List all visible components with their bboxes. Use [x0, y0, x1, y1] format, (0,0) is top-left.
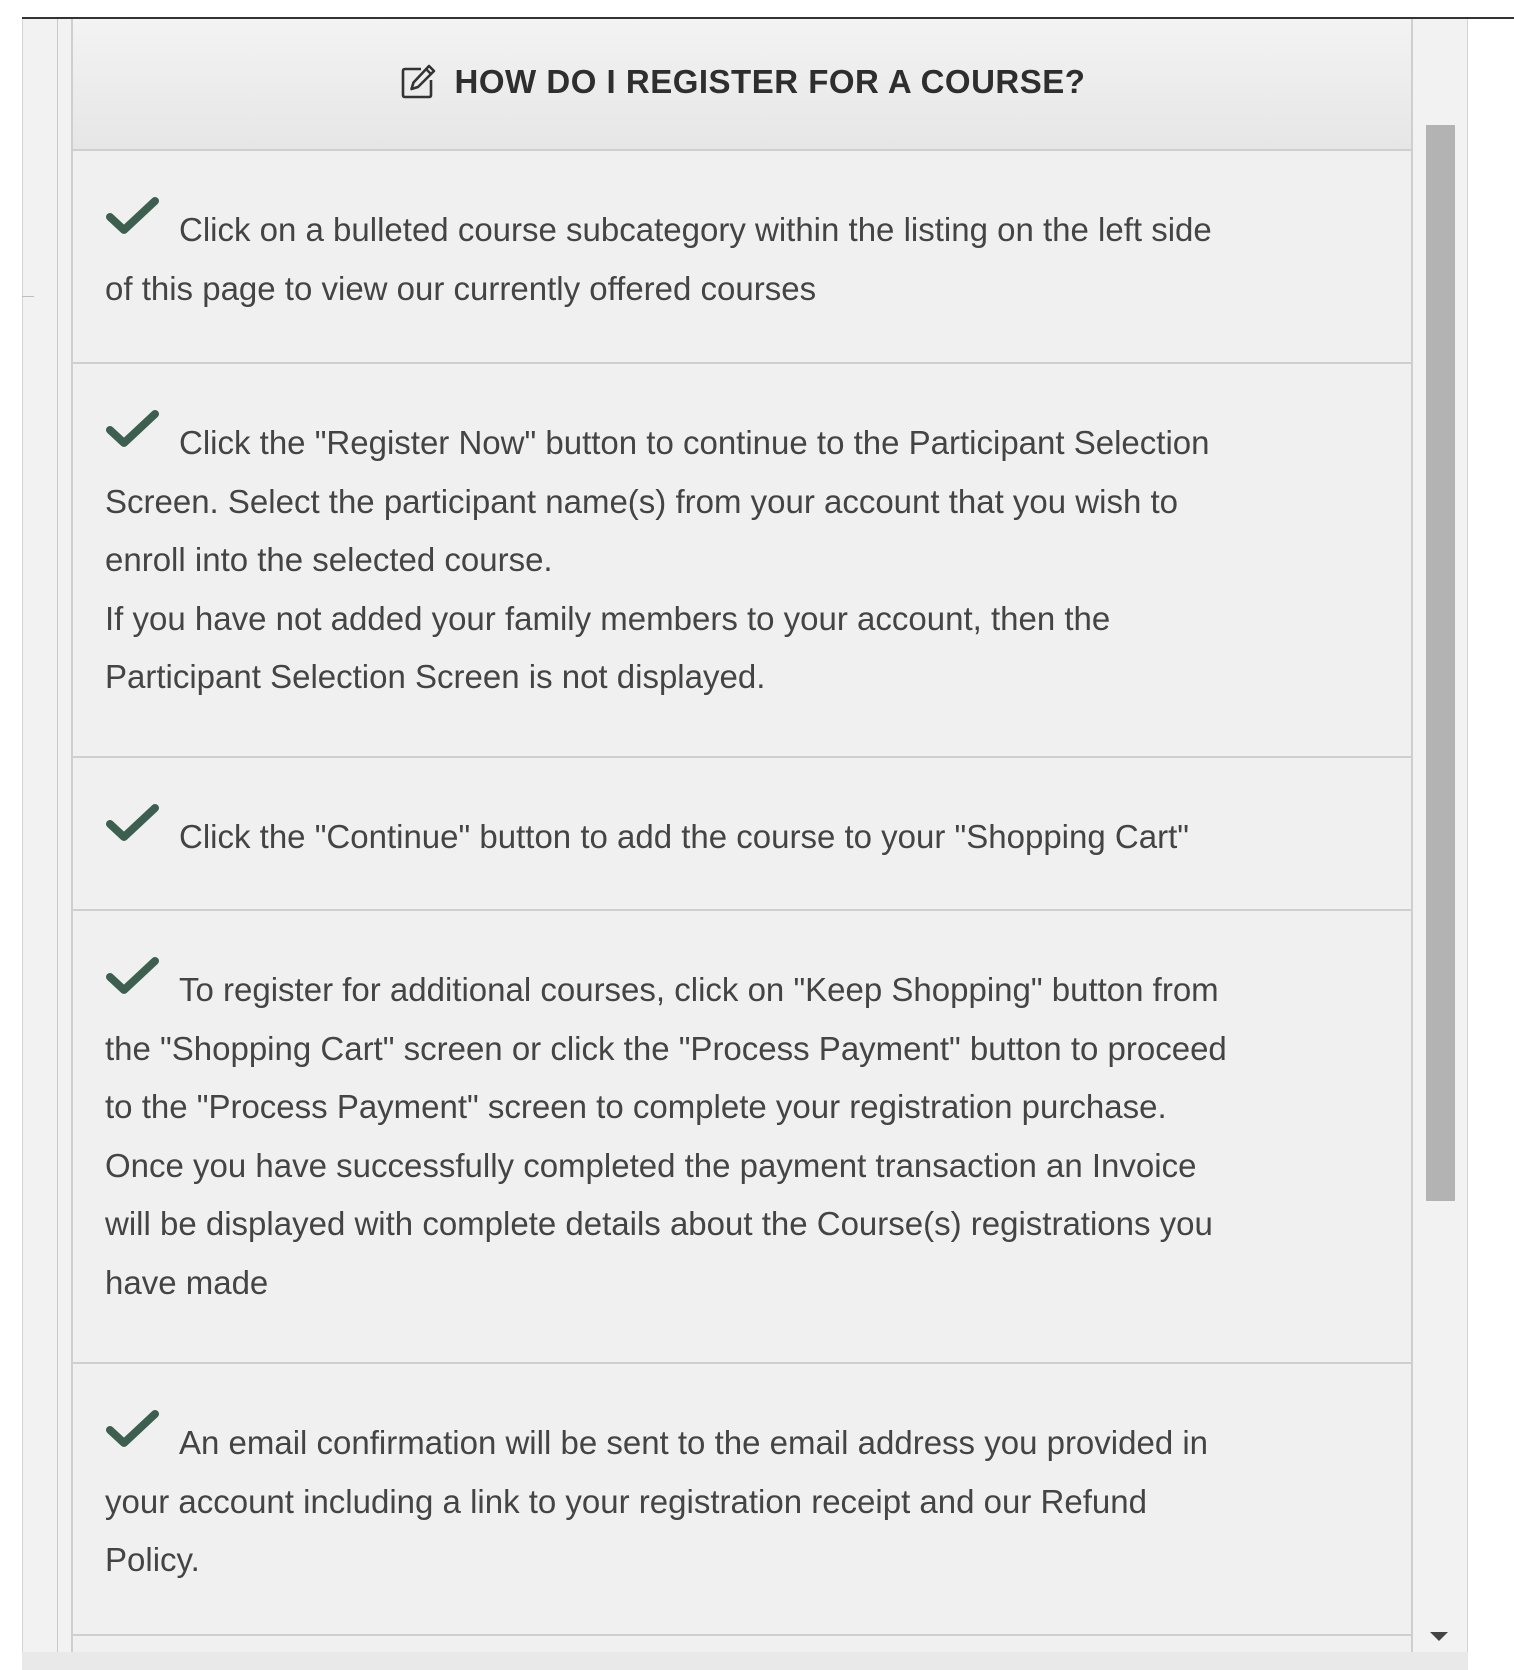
check-icon — [105, 195, 161, 237]
step-3: Click the "Continue" button to add the c… — [73, 758, 1411, 911]
scrollbar-thumb[interactable] — [1426, 125, 1455, 1201]
step-text: enroll into the selected course. — [105, 541, 553, 578]
bottom-edge — [22, 1652, 1468, 1670]
step-text: Click the "Register Now" button to conti… — [179, 424, 1210, 461]
step-text: Once you have successfully completed the… — [105, 1146, 1197, 1184]
step-text: Click the "Continue" button to add the c… — [179, 818, 1189, 855]
step-text: If you have not added your family member… — [105, 599, 1111, 637]
step-text: will be displayed with complete details … — [105, 1205, 1213, 1242]
step-text: An email confirmation will be sent to th… — [179, 1424, 1209, 1461]
step-text: To register for additional courses, clic… — [179, 971, 1219, 1008]
check-icon — [105, 955, 161, 997]
vertical-scrollbar[interactable] — [1413, 19, 1468, 1652]
inner-border — [57, 19, 58, 1652]
step-text: the "Shopping Cart" screen or click the … — [105, 1029, 1227, 1067]
step-text: of this page to view our currently offer… — [105, 269, 817, 307]
scroll-down-arrow-icon[interactable] — [1430, 1632, 1448, 1641]
check-icon — [105, 1408, 161, 1450]
step-line: To register for additional courses, clic… — [105, 955, 1363, 1020]
edit-icon — [399, 63, 437, 101]
step-line: Click the "Register Now" button to conti… — [105, 408, 1363, 473]
step-text: have made — [105, 1263, 269, 1301]
step-line: Click the "Continue" button to add the c… — [105, 802, 1363, 867]
step-text: Participant Selection Screen is not disp… — [105, 658, 766, 695]
step-line: An email confirmation will be sent to th… — [105, 1408, 1363, 1473]
left-tick-mark — [22, 296, 34, 297]
step-text: Screen. Select the participant name(s) f… — [105, 482, 1179, 520]
step-text: your account including a link to your re… — [105, 1482, 1147, 1520]
step-5: An email confirmation will be sent to th… — [73, 1364, 1411, 1636]
check-icon — [105, 408, 161, 450]
step-text: Click on a bulleted course subcategory w… — [179, 211, 1212, 248]
panel-title: HOW DO I REGISTER FOR A COURSE? — [454, 63, 1086, 100]
panel-header: HOW DO I REGISTER FOR A COURSE? — [73, 19, 1411, 151]
step-text: to the "Process Payment" screen to compl… — [105, 1088, 1167, 1125]
step-1: Click on a bulleted course subcategory w… — [73, 151, 1411, 364]
step-4: To register for additional courses, clic… — [73, 911, 1411, 1364]
step-2: Click the "Register Now" button to conti… — [73, 364, 1411, 758]
step-text: Policy. — [105, 1541, 200, 1578]
check-icon — [105, 802, 161, 844]
register-help-panel: HOW DO I REGISTER FOR A COURSE? Click on… — [71, 19, 1413, 1652]
step-line: Click on a bulleted course subcategory w… — [105, 195, 1363, 260]
